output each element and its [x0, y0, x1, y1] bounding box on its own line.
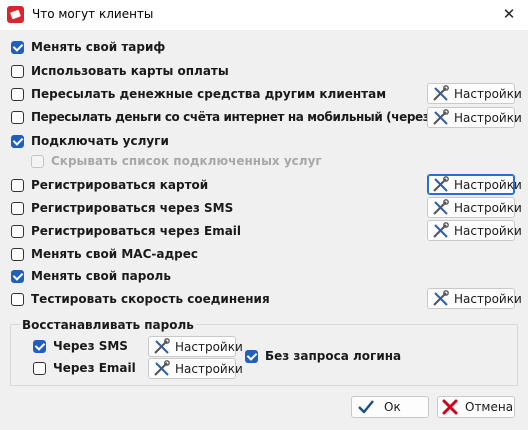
- tools-icon: [433, 221, 449, 238]
- checkbox-transfer[interactable]: [11, 87, 24, 101]
- checkbox-reg-email[interactable]: [11, 224, 24, 238]
- tools-icon: [433, 175, 449, 192]
- cancel-label: Отмена: [465, 400, 514, 414]
- tools-icon: [154, 359, 170, 376]
- close-button[interactable]: ✕: [490, 0, 528, 30]
- option-label: Использовать карты оплаты: [31, 64, 229, 78]
- checkbox-no-login[interactable]: [245, 349, 258, 363]
- settings-label: Настройки: [175, 339, 243, 354]
- dialog-window: Что могут клиенты ✕ Менять свой тариф Ис…: [0, 0, 528, 430]
- recovery-sms-label: Через SMS: [53, 339, 128, 353]
- option-label: Менять свой тариф: [31, 40, 166, 54]
- option-label: Регистрироваться картой: [31, 178, 209, 192]
- title-bar: Что могут клиенты ✕: [0, 0, 528, 30]
- window-title: Что могут клиенты: [32, 7, 154, 21]
- checkbox-recovery-sms[interactable]: [33, 339, 46, 353]
- checkbox-tariff[interactable]: [11, 40, 24, 54]
- settings-label: Настройки: [175, 361, 243, 376]
- group-title: Восстанавливать пароль: [20, 318, 196, 332]
- ok-label: Ок: [384, 400, 401, 414]
- option-row-reg-email[interactable]: Регистрироваться через Email: [11, 223, 241, 239]
- checkbox-cards[interactable]: [11, 64, 24, 78]
- option-label: Скрывать список подключенных услуг: [51, 154, 322, 168]
- checkbox-services[interactable]: [11, 134, 24, 148]
- app-icon: [7, 6, 24, 23]
- cancel-button[interactable]: Отмена: [437, 396, 515, 418]
- option-label: Пересылать денежные средства другим клие…: [31, 87, 387, 101]
- tools-icon: [433, 289, 449, 306]
- tools-icon: [433, 108, 449, 125]
- option-label: Подключать услуги: [31, 134, 169, 148]
- settings-button-transfer[interactable]: Настройки: [427, 83, 522, 104]
- option-row-tariff[interactable]: Менять свой тариф: [11, 39, 165, 55]
- settings-button-recovery-email[interactable]: Настройки: [148, 358, 243, 379]
- tools-icon: [433, 198, 449, 215]
- settings-button-qiwi[interactable]: Настройки: [427, 107, 522, 128]
- recovery-row-no-login[interactable]: Без запроса логина: [245, 348, 401, 364]
- close-icon: ✕: [502, 5, 516, 23]
- option-label: Регистрироваться через SMS: [31, 201, 234, 215]
- option-row-cards[interactable]: Использовать карты оплаты: [11, 63, 229, 79]
- checkbox-hide-services: [31, 154, 44, 168]
- option-row-mac[interactable]: Менять свой МАС-адрес: [11, 246, 198, 262]
- settings-button-speedtest[interactable]: Настройки: [427, 288, 522, 309]
- option-label: Тестировать скорость соединения: [31, 292, 270, 306]
- settings-label: Настройки: [454, 177, 522, 192]
- checkbox-reg-sms[interactable]: [11, 201, 24, 215]
- settings-label: Настройки: [454, 291, 522, 306]
- settings-button-reg-card[interactable]: Настройки: [427, 174, 522, 195]
- settings-button-reg-sms[interactable]: Настройки: [427, 197, 522, 218]
- option-label: Менять свой пароль: [31, 269, 171, 283]
- settings-button-recovery-sms[interactable]: Настройки: [148, 336, 243, 357]
- recovery-email-label: Через Email: [53, 361, 136, 375]
- recovery-row-email[interactable]: Через Email: [33, 360, 136, 376]
- tools-icon: [154, 337, 170, 354]
- checkbox-mac[interactable]: [11, 247, 24, 261]
- checkbox-qiwi[interactable]: [11, 110, 24, 124]
- option-row-hide-services: Скрывать список подключенных услуг: [31, 153, 322, 169]
- settings-label: Настройки: [454, 223, 522, 238]
- option-row-reg-card[interactable]: Регистрироваться картой: [11, 177, 208, 193]
- ok-button[interactable]: Ок: [351, 396, 429, 418]
- option-row-services[interactable]: Подключать услуги: [11, 133, 169, 149]
- checkbox-password[interactable]: [11, 269, 24, 283]
- option-row-speedtest[interactable]: Тестировать скорость соединения: [11, 291, 270, 307]
- checkbox-reg-card[interactable]: [11, 178, 24, 192]
- checkbox-recovery-email[interactable]: [33, 361, 46, 375]
- checkbox-speedtest[interactable]: [11, 292, 24, 306]
- option-row-qiwi[interactable]: Пересылать деньги со счёта интернет на м…: [11, 109, 467, 125]
- settings-label: Настройки: [454, 110, 522, 125]
- tools-icon: [433, 84, 449, 101]
- option-row-reg-sms[interactable]: Регистрироваться через SMS: [11, 200, 233, 216]
- option-label: Менять свой МАС-адрес: [31, 247, 198, 261]
- settings-label: Настройки: [454, 86, 522, 101]
- option-row-transfer[interactable]: Пересылать денежные средства другим клие…: [11, 86, 386, 102]
- recovery-row-sms[interactable]: Через SMS: [33, 338, 128, 354]
- cross-icon: [442, 399, 458, 415]
- settings-label: Настройки: [454, 200, 522, 215]
- no-login-label: Без запроса логина: [265, 349, 402, 363]
- option-label: Пересылать деньги со счёта интернет на м…: [31, 110, 467, 124]
- option-label: Регистрироваться через Email: [31, 224, 242, 238]
- settings-button-reg-email[interactable]: Настройки: [427, 220, 522, 241]
- checkmark-icon: [358, 400, 374, 414]
- option-row-password[interactable]: Менять свой пароль: [11, 268, 171, 284]
